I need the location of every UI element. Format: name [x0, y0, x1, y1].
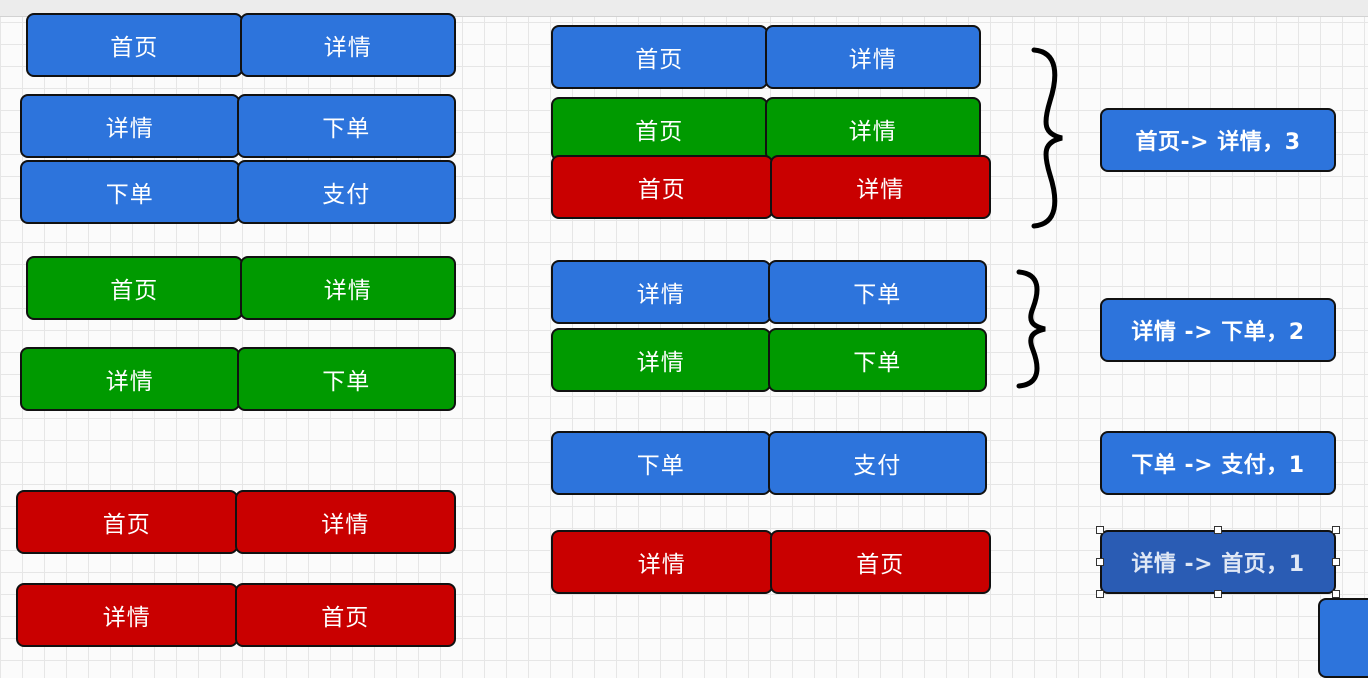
node-left[interactable]: 详情 — [16, 583, 238, 647]
resize-handle-bottom-left[interactable] — [1096, 590, 1104, 598]
node-right[interactable]: 详情 — [769, 155, 991, 219]
node-left[interactable]: 首页 — [551, 97, 768, 161]
node-right[interactable]: 详情 — [234, 490, 456, 554]
node-left[interactable]: 详情 — [551, 530, 773, 594]
summary-detail-to-order[interactable]: 详情 -> 下单，2 — [1100, 298, 1336, 362]
summary-order-to-pay[interactable]: 下单 -> 支付，1 — [1100, 431, 1336, 495]
node-right[interactable]: 详情 — [764, 25, 981, 89]
pair-left-green-1[interactable]: 首页 详情 — [26, 256, 456, 320]
summary-home-to-detail[interactable]: 首页-> 详情，3 — [1100, 108, 1336, 172]
node-left[interactable]: 下单 — [551, 431, 771, 495]
resize-handle-bottom-right[interactable] — [1332, 590, 1340, 598]
resize-handle-middle-left[interactable] — [1096, 558, 1104, 566]
node-left[interactable]: 首页 — [551, 155, 773, 219]
pair-mid-group4-red[interactable]: 详情 首页 — [551, 530, 991, 594]
node-right[interactable]: 首页 — [769, 530, 991, 594]
pair-left-red-2[interactable]: 详情 首页 — [16, 583, 456, 647]
pair-left-red-1[interactable]: 首页 详情 — [16, 490, 456, 554]
node-right[interactable]: 下单 — [236, 94, 456, 158]
resize-handle-middle-right[interactable] — [1332, 558, 1340, 566]
pair-left-blue-3[interactable]: 下单 支付 — [20, 160, 456, 224]
curly-brace-group2 — [1016, 269, 1046, 389]
node-right[interactable]: 支付 — [767, 431, 987, 495]
node-right[interactable]: 下单 — [767, 328, 987, 392]
partial-shape[interactable] — [1318, 598, 1368, 678]
pair-left-green-2[interactable]: 详情 下单 — [20, 347, 456, 411]
node-left[interactable]: 首页 — [551, 25, 768, 89]
node-right[interactable]: 详情 — [239, 256, 456, 320]
node-right[interactable]: 支付 — [236, 160, 456, 224]
node-left[interactable]: 详情 — [20, 94, 240, 158]
node-right[interactable]: 详情 — [239, 13, 456, 77]
curly-brace-group1 — [1031, 47, 1063, 229]
node-right[interactable]: 首页 — [234, 583, 456, 647]
node-left[interactable]: 详情 — [551, 328, 771, 392]
node-left[interactable]: 详情 — [20, 347, 240, 411]
node-left[interactable]: 首页 — [26, 256, 243, 320]
pair-left-blue-1[interactable]: 首页 详情 — [26, 13, 456, 77]
node-right[interactable]: 详情 — [764, 97, 981, 161]
resize-handle-top-left[interactable] — [1096, 526, 1104, 534]
node-left[interactable]: 下单 — [20, 160, 240, 224]
resize-handle-bottom-middle[interactable] — [1214, 590, 1222, 598]
node-left[interactable]: 首页 — [16, 490, 238, 554]
pair-mid-group3-blue[interactable]: 下单 支付 — [551, 431, 987, 495]
node-right[interactable]: 下单 — [767, 260, 987, 324]
resize-handle-top-middle[interactable] — [1214, 526, 1222, 534]
summary-detail-to-home-selected[interactable]: 详情 -> 首页，1 — [1100, 530, 1336, 594]
resize-handle-top-right[interactable] — [1332, 526, 1340, 534]
node-right[interactable]: 下单 — [236, 347, 456, 411]
node-left[interactable]: 详情 — [551, 260, 771, 324]
node-left[interactable]: 首页 — [26, 13, 243, 77]
pair-mid-group1-red[interactable]: 首页 详情 — [551, 155, 991, 219]
pair-mid-group1-green[interactable]: 首页 详情 — [551, 97, 981, 161]
pair-left-blue-2[interactable]: 详情 下单 — [20, 94, 456, 158]
pair-mid-group2-blue[interactable]: 详情 下单 — [551, 260, 987, 324]
pair-mid-group1-blue[interactable]: 首页 详情 — [551, 25, 981, 89]
pair-mid-group2-green[interactable]: 详情 下单 — [551, 328, 987, 392]
